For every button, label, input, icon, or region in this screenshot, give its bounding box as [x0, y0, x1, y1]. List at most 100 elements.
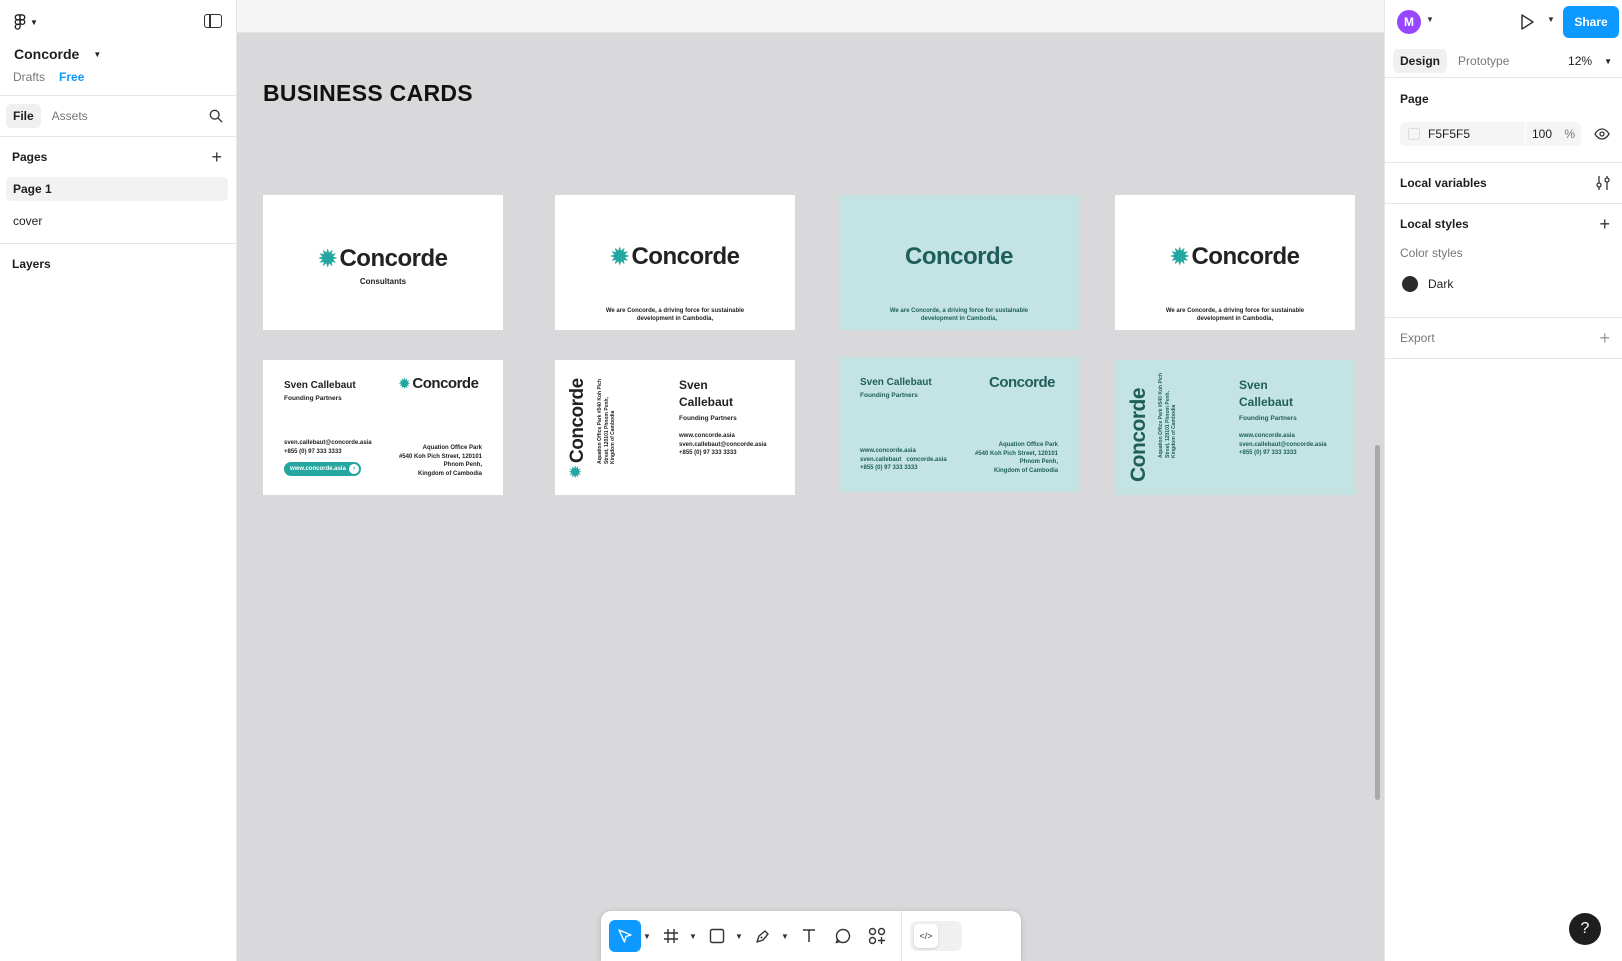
flower-logo-icon: ✹ [568, 463, 583, 482]
sidebar-toggle-icon[interactable] [204, 14, 222, 28]
tab-prototype[interactable]: Prototype [1451, 49, 1516, 73]
share-button[interactable]: Share [1563, 6, 1619, 38]
canvas[interactable]: BUSINESS CARDS ✹ Concorde Consultants ✹ … [237, 0, 1384, 961]
pill-website: www.concorde.asia [290, 466, 346, 472]
drafts-link[interactable]: Drafts [13, 70, 45, 84]
chevron-down-icon[interactable]: ▼ [1547, 15, 1555, 24]
chevron-down-icon[interactable]: ▼ [1426, 15, 1434, 24]
file-location: Drafts Free [13, 70, 84, 84]
brand-logo: Concorde [839, 243, 1079, 271]
pen-tool[interactable]: ▼ [747, 920, 791, 952]
avatar[interactable]: M [1397, 10, 1421, 34]
zoom-dropdown[interactable]: 12% ▼ [1568, 54, 1612, 68]
card-person-name: Sven Callebaut [284, 380, 356, 391]
brand-logo: Concorde [989, 374, 1056, 391]
chevron-down-icon[interactable]: ▼ [641, 932, 653, 941]
tab-assets[interactable]: Assets [45, 104, 95, 128]
brand-name: Concorde [339, 245, 448, 272]
flower-logo-icon: ✹ [318, 246, 337, 271]
address-line: Kingdom of Cambodia [1171, 404, 1177, 458]
card-phone: +855 (0) 97 333 3333 [284, 448, 342, 455]
tagline-line: We are Concorde, a driving force for sus… [1165, 308, 1305, 314]
name-first: Sven [1239, 378, 1268, 392]
business-card-front-2[interactable]: ✹ Concorde We are Concorde, a driving fo… [555, 195, 795, 330]
export-section[interactable]: Export + [1385, 318, 1622, 359]
card-phone: +855 (0) 97 333 3333 [1239, 450, 1297, 456]
move-tool[interactable]: ▼ [609, 920, 653, 952]
figma-logo-icon [14, 14, 26, 30]
local-variables-section[interactable]: Local variables [1385, 163, 1622, 204]
business-card-front-3[interactable]: Concorde We are Concorde, a driving forc… [839, 195, 1079, 330]
plan-badge[interactable]: Free [59, 70, 84, 84]
vertical-brand-name: Concorde [567, 378, 588, 463]
tab-file[interactable]: File [6, 104, 41, 128]
name-first: Sven [679, 378, 708, 392]
business-card-back-3[interactable]: Sven Callebaut Founding Partners Concord… [839, 357, 1079, 492]
eye-icon[interactable] [1594, 128, 1610, 140]
card-phone: +855 (0) 97 333 3333 [679, 450, 737, 456]
business-card-back-2[interactable]: Concorde ✹ Aquation Office Park #540 Koh… [555, 360, 795, 495]
card-role: Founding Partners [1239, 415, 1297, 422]
frame-icon [655, 920, 687, 952]
pages-title: Pages [12, 150, 48, 164]
search-icon[interactable] [209, 109, 223, 123]
brand-logo: ✹ Concorde [399, 375, 479, 392]
left-tabs: File Assets [0, 96, 236, 137]
comment-tool[interactable] [827, 920, 859, 952]
vertical-scrollbar[interactable] [1375, 445, 1380, 800]
chevron-down-icon[interactable]: ▼ [687, 932, 699, 941]
name-last: Callebaut [679, 395, 734, 409]
chevron-down-icon[interactable]: ▼ [733, 932, 745, 941]
left-panel: ▼ Concorde ▼ Drafts Free File Assets Pag… [0, 0, 237, 961]
chevron-down-icon: ▼ [1604, 56, 1612, 66]
frame-tool[interactable]: ▼ [655, 920, 699, 952]
page-item-cover[interactable]: cover [6, 209, 228, 233]
help-button[interactable]: ? [1569, 913, 1601, 945]
card-website: www.concorde.asia [860, 448, 916, 454]
chevron-down-icon[interactable]: ▼ [779, 932, 791, 941]
page-item-page-1[interactable]: Page 1 [6, 177, 228, 201]
dev-mode-toggle[interactable]: </> [910, 921, 962, 951]
business-card-back-4[interactable]: Concorde Aquation Office Park #540 Koh P… [1115, 360, 1355, 495]
export-title: Export [1400, 331, 1435, 345]
fill-hex-value[interactable]: F5F5F5 [1428, 127, 1470, 141]
file-name-button[interactable]: Concorde ▼ [14, 46, 101, 62]
address-line: Aquation Office Park #540 Koh Pich [597, 378, 603, 464]
card-tagline: We are Concorde, a driving force for sus… [1155, 307, 1315, 323]
canvas-section-title[interactable]: BUSINESS CARDS [263, 80, 473, 107]
card-person-name: Sven Callebaut [860, 377, 932, 388]
add-style-icon[interactable]: + [1599, 215, 1610, 233]
business-card-front-4[interactable]: ✹ Concorde We are Concorde, a driving fo… [1115, 195, 1355, 330]
text-tool[interactable] [793, 920, 825, 952]
main-menu-button[interactable]: ▼ [14, 14, 38, 31]
brand-name: Concorde [989, 374, 1056, 391]
email-part: concorde.asia [906, 456, 947, 463]
style-name: Dark [1428, 277, 1454, 291]
variables-icon[interactable] [1596, 175, 1610, 191]
opacity-value: 100 [1532, 127, 1553, 141]
color-style-item[interactable]: Dark [1385, 276, 1622, 292]
add-export-icon[interactable]: + [1599, 329, 1610, 347]
business-card-front-1[interactable]: ✹ Concorde Consultants [263, 195, 503, 330]
actions-tool[interactable] [861, 920, 893, 952]
shape-tool[interactable]: ▼ [701, 920, 745, 952]
color-swatch[interactable] [1408, 128, 1420, 140]
page-fill-field[interactable]: F5F5F5 100 % [1400, 122, 1581, 146]
card-email: sven.callebaut@concorde.asia [284, 440, 372, 446]
business-card-back-1[interactable]: Sven Callebaut Founding Partners ✹ Conco… [263, 360, 503, 495]
card-tagline: We are Concorde, a driving force for sus… [879, 307, 1039, 323]
card-address: Aquation Office Park #540 Koh Pich Stree… [975, 441, 1058, 475]
brand-name: Concorde [1191, 243, 1300, 270]
canvas-topbar [237, 0, 1384, 33]
tab-design[interactable]: Design [1393, 48, 1448, 73]
address-line: Aquation Office Park [998, 442, 1058, 448]
flower-logo-icon: ✹ [399, 375, 410, 391]
brand-name: Concorde [631, 243, 740, 270]
vertical-address: Aquation Office Park #540 Koh Pich Stree… [1158, 373, 1178, 458]
card-website: www.concorde.asia [679, 433, 735, 439]
address-line: Kingdom of Cambodia [610, 410, 616, 464]
opacity-field[interactable]: 100 % [1525, 122, 1581, 146]
play-icon[interactable] [1519, 13, 1535, 31]
add-page-icon[interactable]: + [211, 148, 222, 166]
address-line: Aquation Office Park #540 Koh Pich [1158, 372, 1164, 458]
